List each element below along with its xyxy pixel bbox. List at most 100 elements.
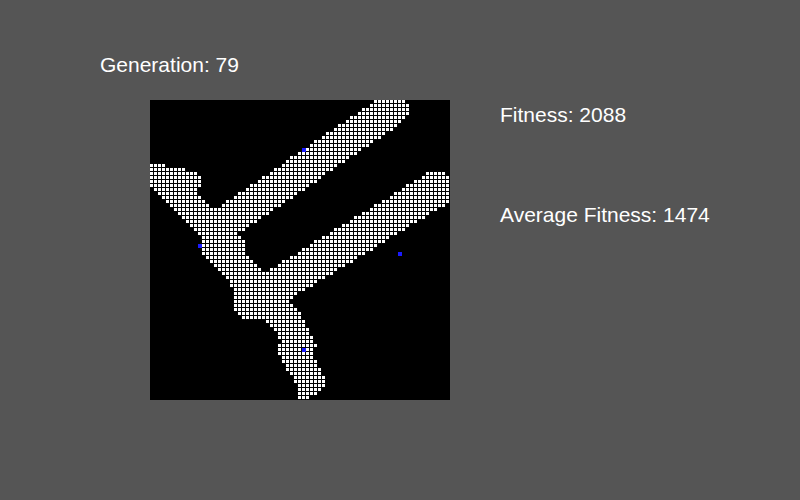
grid-cell	[366, 212, 369, 215]
grid-cell	[246, 280, 249, 283]
grid-cell	[154, 176, 157, 179]
grid-cell	[374, 136, 377, 139]
grid-cell	[370, 140, 373, 143]
grid-cell	[286, 344, 289, 347]
grid-cell	[266, 316, 269, 319]
grid-cell	[226, 204, 229, 207]
grid-cell	[302, 288, 305, 291]
grid-cell	[338, 156, 341, 159]
grid-cell	[274, 180, 277, 183]
grid-cell	[290, 292, 293, 295]
left-panel: Generation: 79	[0, 52, 450, 500]
grid-cell	[270, 196, 273, 199]
grid-cell	[302, 176, 305, 179]
grid-cell	[314, 372, 317, 375]
grid-cell	[286, 296, 289, 299]
grid-cell	[222, 260, 225, 263]
grid-cell	[214, 220, 217, 223]
grid-cell	[230, 236, 233, 239]
grid-cell	[370, 116, 373, 119]
grid-cell	[294, 272, 297, 275]
grid-cell	[234, 264, 237, 267]
grid-cell	[190, 184, 193, 187]
grid-cell	[198, 176, 201, 179]
grid-cell	[402, 204, 405, 207]
grid-cell	[306, 280, 309, 283]
grid-cell	[298, 356, 301, 359]
grid-cell	[274, 272, 277, 275]
grid-cell	[374, 116, 377, 119]
grid-cell	[234, 244, 237, 247]
grid-cell	[242, 304, 245, 307]
grid-cell	[398, 108, 401, 111]
grid-cell	[338, 256, 341, 259]
grid-cell	[370, 128, 373, 131]
grid-cell	[218, 264, 221, 267]
grid-cell	[410, 220, 413, 223]
grid-cell	[358, 248, 361, 251]
grid-cell	[434, 172, 437, 175]
grid-cell	[302, 252, 305, 255]
grid-cell	[302, 352, 305, 355]
grid-cell	[378, 132, 381, 135]
grid-cell	[226, 224, 229, 227]
grid-cell	[274, 268, 277, 271]
grid-cell	[342, 156, 345, 159]
grid-cell	[150, 164, 153, 167]
grid-cell	[214, 232, 217, 235]
grid-cell	[386, 216, 389, 219]
grid-cell	[326, 264, 329, 267]
grid-cell	[242, 228, 245, 231]
grid-cell	[206, 216, 209, 219]
grid-cell	[286, 288, 289, 291]
grid-cell	[318, 388, 321, 391]
grid-cell	[422, 200, 425, 203]
grid-cell	[358, 112, 361, 115]
grid-cell	[318, 148, 321, 151]
grid-cell	[250, 304, 253, 307]
grid-cell	[246, 224, 249, 227]
grid-cell	[310, 284, 313, 287]
grid-cell	[354, 228, 357, 231]
grid-cell	[314, 264, 317, 267]
grid-cell	[254, 192, 257, 195]
grid-cell	[354, 136, 357, 139]
grid-cell	[294, 332, 297, 335]
grid-cell	[290, 268, 293, 271]
grid-cell	[226, 232, 229, 235]
grid-cell	[250, 308, 253, 311]
grid-cell	[362, 136, 365, 139]
grid-cell	[322, 148, 325, 151]
grid-cell	[306, 152, 309, 155]
grid-cell	[438, 180, 441, 183]
grid-cell	[346, 148, 349, 151]
grid-cell	[194, 188, 197, 191]
grid-cell	[318, 372, 321, 375]
grid-cell	[306, 252, 309, 255]
grid-cell	[306, 348, 309, 351]
grid-cell	[218, 248, 221, 251]
grid-cell	[298, 380, 301, 383]
grid-cell	[174, 176, 177, 179]
grid-cell	[342, 256, 345, 259]
grid-cell	[282, 272, 285, 275]
grid-cell	[282, 332, 285, 335]
grid-cell	[354, 124, 357, 127]
grid-cell	[334, 252, 337, 255]
grid-cell	[278, 204, 281, 207]
grid-cell	[218, 240, 221, 243]
grid-cell	[234, 252, 237, 255]
grid-cell	[338, 148, 341, 151]
grid-cell	[242, 256, 245, 259]
grid-cell	[294, 328, 297, 331]
grid-cell	[298, 388, 301, 391]
grid-cell	[410, 200, 413, 203]
grid-cell	[326, 148, 329, 151]
grid-cell	[310, 276, 313, 279]
grid-cell	[330, 236, 333, 239]
grid-cell	[366, 116, 369, 119]
grid-cell	[350, 148, 353, 151]
grid-cell	[266, 180, 269, 183]
grid-cell	[234, 216, 237, 219]
grid-cell	[270, 284, 273, 287]
